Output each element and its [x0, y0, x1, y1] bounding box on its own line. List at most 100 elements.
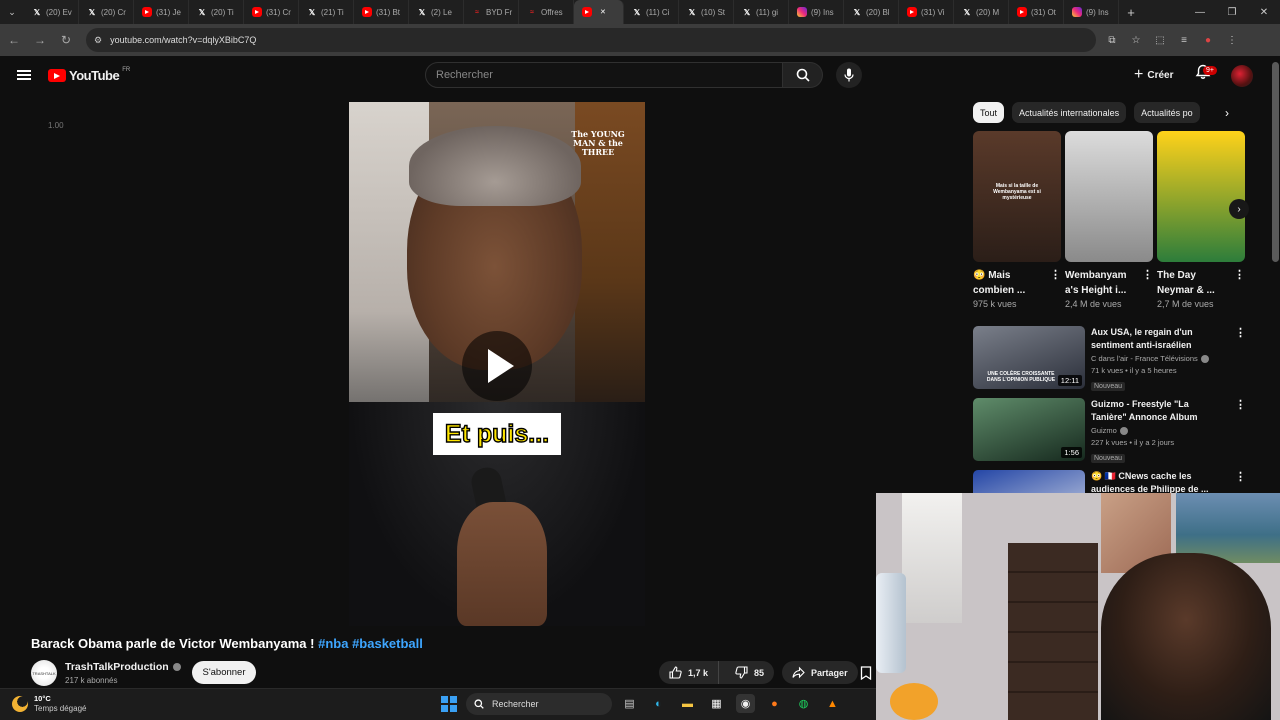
more-options-icon[interactable]: ⋮ — [1235, 470, 1243, 483]
moon-icon[interactable] — [12, 696, 28, 712]
video-hashtags[interactable]: #nba #basketball — [318, 636, 423, 651]
chip-2[interactable]: Actualités po — [1134, 102, 1200, 123]
browser-tab[interactable]: (31) Vi — [899, 0, 954, 24]
chip-0[interactable]: Tout — [973, 102, 1005, 123]
short-thumbnail[interactable]: Mais si la taille de Wembanyama est si m… — [973, 131, 1061, 262]
short-card[interactable]: The Day Neymar & ... ⋮ 2,7 M de vues — [1157, 131, 1245, 309]
chrome-icon[interactable]: ◉ — [736, 694, 755, 713]
browser-tab[interactable]: (9) Ins — [789, 0, 844, 24]
recommendation-thumbnail[interactable]: UNE COLÈRE CROISSANTE DANS L'OPINION PUB… — [973, 326, 1085, 389]
chevron-right-icon[interactable]: › — [1218, 104, 1236, 122]
account-avatar[interactable] — [1231, 65, 1253, 87]
shorts-next-icon[interactable]: › — [1229, 199, 1249, 219]
youtube-logo[interactable]: YouTube FR — [48, 67, 130, 83]
browser-tab[interactable]: ✕ — [574, 0, 624, 24]
store-icon[interactable]: ▦ — [707, 694, 726, 713]
new-tab-button[interactable]: + — [1119, 5, 1143, 20]
browser-tab[interactable]: ≈ BYD Fr — [464, 0, 519, 24]
vlc-icon[interactable]: ▲ — [823, 694, 842, 713]
save-button[interactable] — [855, 661, 877, 684]
media-control-icon[interactable]: ≡ — [1176, 32, 1192, 48]
webcam-window — [902, 493, 962, 623]
more-options-icon[interactable]: ⋮ — [1050, 268, 1061, 283]
taskbar-search[interactable]: Rechercher — [466, 693, 612, 715]
windows-start-icon[interactable] — [441, 696, 457, 712]
browser-tab[interactable]: (31) Cr — [244, 0, 299, 24]
browser-tab[interactable]: 𝕏 (20) Ti — [189, 0, 244, 24]
more-options-icon[interactable]: ⋮ — [1234, 268, 1245, 283]
browser-tab[interactable]: 𝕏 (2) Le — [409, 0, 464, 24]
site-info-icon[interactable]: ⚙ — [94, 35, 102, 46]
more-options-icon[interactable]: ⋮ — [1235, 326, 1246, 339]
browser-tab[interactable]: 𝕏 (11) gi — [734, 0, 789, 24]
recommendation-channel[interactable]: Guizmo — [1091, 426, 1117, 435]
short-title[interactable]: The Day Neymar & ... — [1157, 270, 1215, 296]
close-window-icon[interactable]: ✕ — [1248, 0, 1280, 24]
firefox-icon[interactable]: ● — [765, 694, 784, 713]
recommendation-thumbnail[interactable]: 1:56 — [973, 398, 1085, 461]
minimize-icon[interactable]: — — [1184, 0, 1216, 24]
bookmark-star-icon[interactable]: ☆ — [1128, 32, 1144, 48]
browser-tab[interactable]: 𝕏 (21) Ti — [299, 0, 354, 24]
task-view-icon[interactable]: ▤ — [620, 694, 639, 713]
short-thumbnail[interactable] — [1065, 131, 1153, 262]
recommendation-channel[interactable]: C dans l'air - France Télévisions — [1091, 354, 1198, 363]
recommendation-item[interactable]: 😳 🇫🇷 CNews cache les audiences de Philip… — [973, 470, 1243, 493]
voice-search-button[interactable] — [836, 62, 862, 88]
browser-tab[interactable]: 𝕏 (20) M — [954, 0, 1009, 24]
profile-icon[interactable]: ● — [1200, 32, 1216, 48]
channel-name[interactable]: TrashTalkProduction — [65, 661, 169, 673]
video-player[interactable]: The YOUNG MAN & the THREE Et puis... — [349, 102, 645, 626]
recommendation-title[interactable]: 😳 🇫🇷 CNews cache les audiences de Philip… — [1091, 470, 1226, 493]
url-field[interactable]: ⚙ youtube.com/watch?v=dqlyXBibC7Q — [86, 28, 1096, 52]
dislike-button[interactable]: 85 — [725, 661, 774, 684]
share-button[interactable]: Partager — [782, 661, 858, 684]
back-icon[interactable]: ← — [2, 28, 26, 52]
extensions-icon[interactable]: ⬚ — [1152, 32, 1168, 48]
recommendation-item[interactable]: 1:56 Guizmo - Freestyle "La Tanière" Anno… — [973, 398, 1246, 463]
browser-tab[interactable]: (31) Bt — [354, 0, 409, 24]
short-title[interactable]: Wembanyam a's Height i... — [1065, 270, 1127, 296]
close-tab-icon[interactable]: ✕ — [600, 8, 606, 16]
browser-tab[interactable]: 𝕏 (10) St — [679, 0, 734, 24]
browser-tab[interactable]: (31) Ot — [1009, 0, 1064, 24]
recommendation-item[interactable]: UNE COLÈRE CROISSANTE DANS L'OPINION PUB… — [973, 326, 1246, 391]
spotify-icon[interactable]: ◍ — [794, 694, 813, 713]
browser-tab[interactable]: (31) Je — [134, 0, 189, 24]
file-explorer-icon[interactable]: ▬ — [678, 694, 697, 713]
browser-tab[interactable]: 𝕏 (20) Ev — [24, 0, 79, 24]
recommendation-thumbnail[interactable] — [973, 470, 1085, 493]
more-options-icon[interactable]: ⋮ — [1235, 398, 1246, 411]
recommendation-title[interactable]: Guizmo - Freestyle "La Tanière" Annonce … — [1091, 398, 1226, 423]
channel-avatar[interactable]: TRASHTALK — [31, 660, 57, 686]
menu-icon[interactable] — [17, 70, 31, 80]
recommendation-title[interactable]: Aux USA, le regain d'un sentiment anti-i… — [1091, 326, 1226, 351]
forward-icon[interactable]: → — [28, 28, 52, 52]
tab-search-icon[interactable]: ⌄ — [0, 0, 24, 24]
create-button[interactable]: + Créer — [1128, 63, 1179, 87]
youtube-play-icon — [48, 69, 66, 82]
tab-label: Offres — [541, 7, 563, 17]
install-app-icon[interactable]: ⧉ — [1104, 32, 1120, 48]
browser-tab[interactable]: ≈ Offres — [519, 0, 574, 24]
play-icon[interactable] — [462, 331, 532, 401]
browser-tab[interactable]: 𝕏 (20) Bl — [844, 0, 899, 24]
edge-icon[interactable]: ◐ — [649, 694, 668, 713]
short-card[interactable]: Wembanyam a's Height i... ⋮ 2,4 M de vues — [1065, 131, 1153, 309]
subscribe-button[interactable]: S'abonner — [192, 661, 256, 684]
short-title[interactable]: 😳 Mais combien ... — [973, 270, 1025, 296]
browser-tab[interactable]: (9) Ins — [1064, 0, 1119, 24]
short-card[interactable]: Mais si la taille de Wembanyama est si m… — [973, 131, 1061, 309]
reload-icon[interactable]: ↻ — [54, 28, 78, 52]
browser-tab[interactable]: 𝕏 (11) Ci — [624, 0, 679, 24]
search-input[interactable]: Rechercher — [425, 62, 783, 88]
search-button[interactable] — [783, 62, 823, 88]
like-button[interactable]: 1,7 k — [659, 661, 720, 684]
page-scrollbar[interactable] — [1272, 62, 1279, 262]
more-options-icon[interactable]: ⋮ — [1142, 268, 1153, 283]
restore-icon[interactable]: ❐ — [1216, 0, 1248, 24]
browser-menu-icon[interactable]: ⋮ — [1224, 32, 1240, 48]
chip-1[interactable]: Actualités internationales — [1012, 102, 1127, 123]
browser-tab[interactable]: 𝕏 (20) Cr — [79, 0, 134, 24]
short-thumbnail[interactable] — [1157, 131, 1245, 262]
